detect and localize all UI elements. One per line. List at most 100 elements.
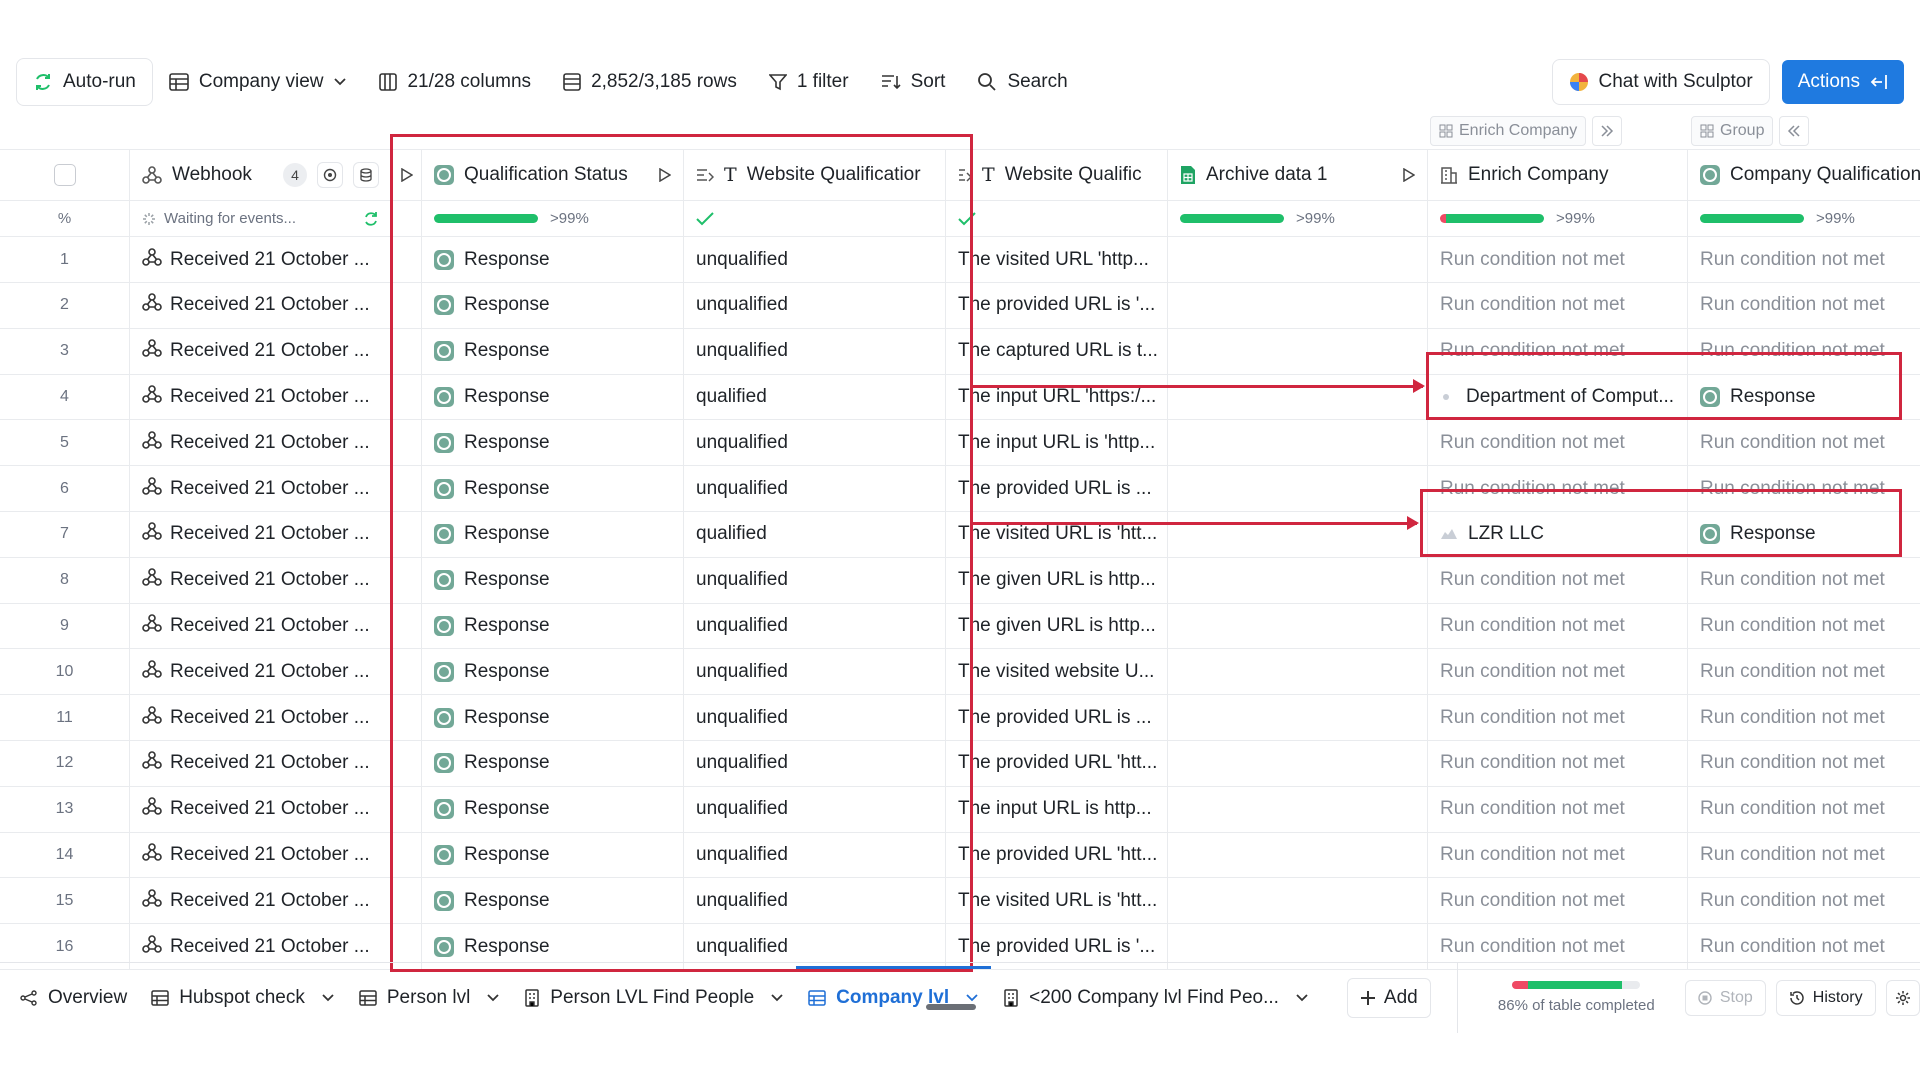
sort-button[interactable]: Sort <box>865 58 962 106</box>
webhook-cell[interactable]: Received 21 October ... <box>130 466 392 511</box>
website-qualific-cell[interactable]: The visited website U... <box>946 649 1168 695</box>
qualification-status-cell[interactable]: Response <box>422 740 684 786</box>
columns-button[interactable]: 21/28 columns <box>363 58 547 106</box>
archive-data-cell[interactable] <box>1168 374 1428 420</box>
enrich-company-cell[interactable]: Run condition not met <box>1428 466 1688 511</box>
table-row[interactable]: 1 Received 21 October ... Response unqualif… <box>0 237 1920 283</box>
actions-button[interactable]: Actions <box>1781 60 1904 104</box>
webhook-cell[interactable]: Received 21 October ... <box>130 832 392 878</box>
qualification-status-cell[interactable]: Response <box>422 832 684 878</box>
website-qualification-cell[interactable]: unqualified <box>684 649 946 695</box>
company-qualification-cell[interactable]: Run condition not met <box>1688 329 1920 374</box>
stop-button[interactable]: Stop <box>1684 979 1766 1016</box>
settings-button[interactable] <box>1885 979 1920 1016</box>
column-header-website-qualification[interactable]: T Website Qualificatior <box>684 150 946 200</box>
chevron-down-icon[interactable] <box>321 993 335 1003</box>
sheet-tab[interactable]: Overview <box>8 976 139 1020</box>
website-qualific-cell[interactable]: The provided URL 'htt... <box>946 740 1168 786</box>
select-all-checkbox[interactable] <box>53 164 76 186</box>
enrich-company-cell[interactable]: Run condition not met <box>1428 740 1688 786</box>
enrich-company-cell[interactable]: Run condition not met <box>1428 832 1688 878</box>
website-qualific-cell[interactable]: The given URL is http... <box>946 603 1168 649</box>
company-qualification-cell[interactable]: Run condition not met <box>1688 832 1920 877</box>
enrich-company-cell[interactable]: Run condition not met <box>1428 420 1688 466</box>
qualification-status-cell[interactable]: Response <box>422 511 684 557</box>
rows-button[interactable]: 2,852/3,185 rows <box>547 58 753 106</box>
history-button[interactable]: History <box>1775 979 1876 1016</box>
company-qualification-cell[interactable]: Run condition not met <box>1688 649 1920 694</box>
sheet-tab[interactable]: Person LVL Find People <box>512 976 796 1020</box>
website-qualification-cell[interactable]: unqualified <box>684 282 946 328</box>
website-qualification-cell[interactable]: unqualified <box>684 603 946 649</box>
website-qualification-cell[interactable]: qualified <box>684 511 946 557</box>
archive-data-cell[interactable] <box>1168 237 1428 282</box>
website-qualification-cell[interactable]: qualified <box>684 374 946 420</box>
qualification-status-cell[interactable]: Response <box>422 603 684 649</box>
group-chip[interactable]: Group <box>1691 116 1774 146</box>
filter-button[interactable]: 1 filter <box>753 58 865 106</box>
webhook-cell[interactable]: Received 21 October ... <box>130 603 392 649</box>
webhook-cell[interactable]: Received 21 October ... <box>130 878 392 924</box>
company-qualification-cell[interactable]: Response <box>1688 512 1920 557</box>
website-qualific-cell[interactable]: The captured URL is t... <box>946 328 1168 374</box>
enrich-company-cell[interactable]: Run condition not met <box>1428 603 1688 649</box>
sheet-tab[interactable]: Company lvl <box>796 965 992 1020</box>
website-qualific-cell[interactable]: The input URL is 'http... <box>946 420 1168 466</box>
archive-data-cell[interactable] <box>1168 466 1428 511</box>
website-qualific-cell[interactable]: The input URL is http... <box>946 786 1168 832</box>
table-row[interactable]: 3 Received 21 October ... Response unqualif… <box>0 328 1920 375</box>
qualification-status-cell[interactable]: Response <box>422 695 684 740</box>
website-qualific-cell[interactable]: The visited URL is 'htt... <box>946 878 1168 924</box>
enrich-company-cell[interactable]: Run condition not met <box>1428 878 1688 924</box>
enrich-company-cell[interactable]: Run condition not met <box>1428 786 1688 832</box>
chevron-down-icon[interactable] <box>1295 993 1309 1003</box>
company-qualification-cell[interactable]: Response <box>1688 374 1920 419</box>
table-row[interactable]: 6 Received 21 October ... Response unqualif… <box>0 466 1920 512</box>
chevron-down-icon[interactable] <box>486 993 500 1003</box>
webhook-cell[interactable]: Received 21 October ... <box>130 786 392 832</box>
qualification-status-cell[interactable]: Response <box>422 282 684 328</box>
qualification-status-cell[interactable]: Response <box>422 420 684 466</box>
refresh-icon[interactable] <box>363 211 379 227</box>
archive-data-cell[interactable] <box>1168 420 1428 466</box>
company-qualification-cell[interactable]: Run condition not met <box>1688 466 1920 511</box>
website-qualification-cell[interactable]: unqualified <box>684 695 946 740</box>
archive-data-cell[interactable] <box>1168 511 1428 557</box>
enrich-company-cell[interactable]: Department of Comput... <box>1428 374 1688 420</box>
website-qualification-cell[interactable]: unqualified <box>684 328 946 374</box>
company-qualification-cell[interactable]: Run condition not met <box>1688 878 1920 923</box>
collapse-group-button[interactable] <box>1779 116 1810 146</box>
enrich-group-chip[interactable]: Enrich Company <box>1430 116 1587 146</box>
enrich-company-cell[interactable]: LZR LLC <box>1428 511 1688 557</box>
table-row[interactable]: 9 Received 21 October ... Response unqualif… <box>0 603 1920 650</box>
company-qualification-cell[interactable]: Run condition not met <box>1688 603 1920 648</box>
sheet-tab[interactable]: <200 Company lvl Find Peo... <box>991 976 1321 1020</box>
webhook-cell[interactable]: Received 21 October ... <box>130 328 392 374</box>
company-qualification-cell[interactable]: Run condition not met <box>1688 237 1920 282</box>
website-qualification-cell[interactable]: unqualified <box>684 740 946 786</box>
company-qualification-cell[interactable]: Run condition not met <box>1688 420 1920 465</box>
enrich-company-cell[interactable]: Run condition not met <box>1428 557 1688 603</box>
table-row[interactable]: 15 Received 21 October ... Response unquali… <box>0 878 1920 925</box>
play-icon[interactable] <box>400 168 413 182</box>
sheet-tab[interactable]: Hubspot check <box>139 976 347 1020</box>
webhook-cell[interactable]: Received 21 October ... <box>130 282 392 328</box>
qualification-status-cell[interactable]: Response <box>422 878 684 924</box>
webhook-target-button[interactable] <box>317 162 343 188</box>
webhook-cell[interactable]: Received 21 October ... <box>130 511 392 557</box>
website-qualification-cell[interactable]: unqualified <box>684 878 946 924</box>
table-row[interactable]: 12 Received 21 October ... Response unquali… <box>0 740 1920 787</box>
enrich-company-cell[interactable]: Run condition not met <box>1428 282 1688 328</box>
play-icon[interactable] <box>659 168 671 182</box>
column-header-website-qualific[interactable]: T Website Qualific <box>946 150 1168 200</box>
website-qualification-cell[interactable]: unqualified <box>684 832 946 878</box>
enrich-company-cell[interactable]: Run condition not met <box>1428 695 1688 740</box>
table-row[interactable]: 14 Received 21 October ... Response unquali… <box>0 832 1920 879</box>
qualification-status-cell[interactable]: Response <box>422 557 684 603</box>
webhook-cell[interactable]: Received 21 October ... <box>130 237 392 282</box>
webhook-cell[interactable]: Received 21 October ... <box>130 740 392 786</box>
company-qualification-cell[interactable]: Run condition not met <box>1688 283 1920 328</box>
company-qualification-cell[interactable]: Run condition not met <box>1688 787 1920 832</box>
archive-data-cell[interactable] <box>1168 282 1428 328</box>
qualification-status-cell[interactable]: Response <box>422 466 684 511</box>
